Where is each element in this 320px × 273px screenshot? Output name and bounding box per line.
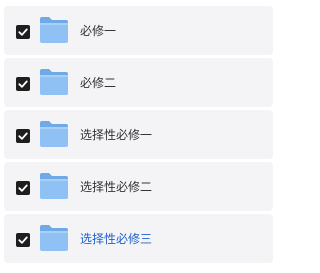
folder-icon xyxy=(39,224,69,252)
item-label: 必修一 xyxy=(80,24,117,38)
checkbox-checked-icon[interactable] xyxy=(16,233,30,247)
item-label: 必修二 xyxy=(80,76,117,90)
checkbox-checked-icon[interactable] xyxy=(16,129,30,143)
item-label: 选择性必修三 xyxy=(80,232,153,246)
folder-list: 必修一 必修二 选择性必修一 选择性必修二 选择性必修三 xyxy=(0,0,273,273)
folder-icon xyxy=(39,120,69,148)
list-item[interactable]: 选择性必修二 xyxy=(4,162,273,211)
folder-icon xyxy=(39,68,69,96)
folder-icon xyxy=(39,16,69,44)
list-item[interactable]: 选择性必修一 xyxy=(4,110,273,159)
checkbox-checked-icon[interactable] xyxy=(16,25,30,39)
checkbox-checked-icon[interactable] xyxy=(16,77,30,91)
list-item[interactable]: 必修二 xyxy=(4,58,273,107)
checkbox-checked-icon[interactable] xyxy=(16,181,30,195)
item-label: 选择性必修一 xyxy=(80,128,153,142)
list-item[interactable]: 选择性必修三 xyxy=(4,214,273,263)
item-label: 选择性必修二 xyxy=(80,180,153,194)
list-item[interactable]: 必修一 xyxy=(4,6,273,55)
folder-icon xyxy=(39,172,69,200)
